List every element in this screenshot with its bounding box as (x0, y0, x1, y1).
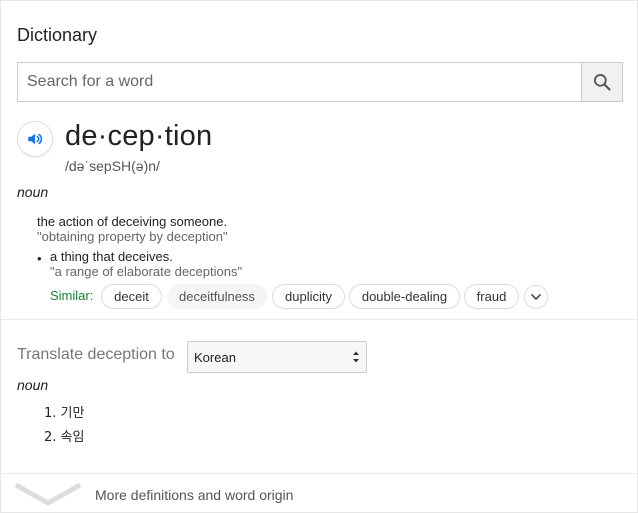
translation-item: 2. 속임 (44, 430, 85, 445)
example-2: "a range of elaborate deceptions" (50, 264, 243, 279)
headword: de·cep·tion (65, 120, 213, 152)
search-input[interactable] (18, 63, 581, 101)
similar-word-chip[interactable]: fraud (464, 284, 519, 309)
language-select-value: Korean (194, 349, 236, 365)
more-definitions-link[interactable]: More definitions and word origin (95, 487, 293, 503)
search-button[interactable] (581, 63, 622, 101)
expand-similar-button[interactable] (524, 285, 548, 309)
similar-word-chip[interactable]: deceit (101, 284, 162, 309)
dictionary-title: Dictionary (17, 25, 98, 45)
translation-part-of-speech: noun (17, 377, 49, 393)
search-icon (594, 74, 611, 91)
definition-2: a thing that deceives. (50, 249, 173, 264)
chevron-down-icon (531, 294, 541, 300)
footer-divider (1, 473, 638, 474)
search-box (17, 62, 623, 102)
chevron-down-icon[interactable] (15, 481, 81, 507)
part-of-speech: noun (17, 184, 49, 200)
pronunciation-button[interactable] (17, 121, 53, 157)
definition-1: the action of deceiving someone. (37, 214, 228, 229)
similar-word-chip[interactable]: duplicity (272, 284, 345, 309)
section-divider (1, 319, 638, 320)
translation-item: 1. 기만 (44, 406, 85, 421)
similar-word-chip[interactable]: deceitfulness (167, 284, 267, 309)
example-1: "obtaining property by deception" (37, 229, 228, 244)
select-arrows-icon (353, 351, 359, 363)
language-select[interactable]: Korean (187, 341, 367, 373)
dictionary-card: Dictionary de·cep·tion /dəˈsepSH(ə)n/ no… (0, 0, 638, 513)
speaker-icon (28, 133, 43, 145)
phonetic-spelling: /dəˈsepSH(ə)n/ (65, 158, 160, 174)
translate-label: Translate deception to (17, 346, 175, 363)
similar-label: Similar: (50, 288, 94, 303)
bullet-marker: • (37, 251, 42, 266)
similar-word-chip[interactable]: double-dealing (349, 284, 460, 309)
